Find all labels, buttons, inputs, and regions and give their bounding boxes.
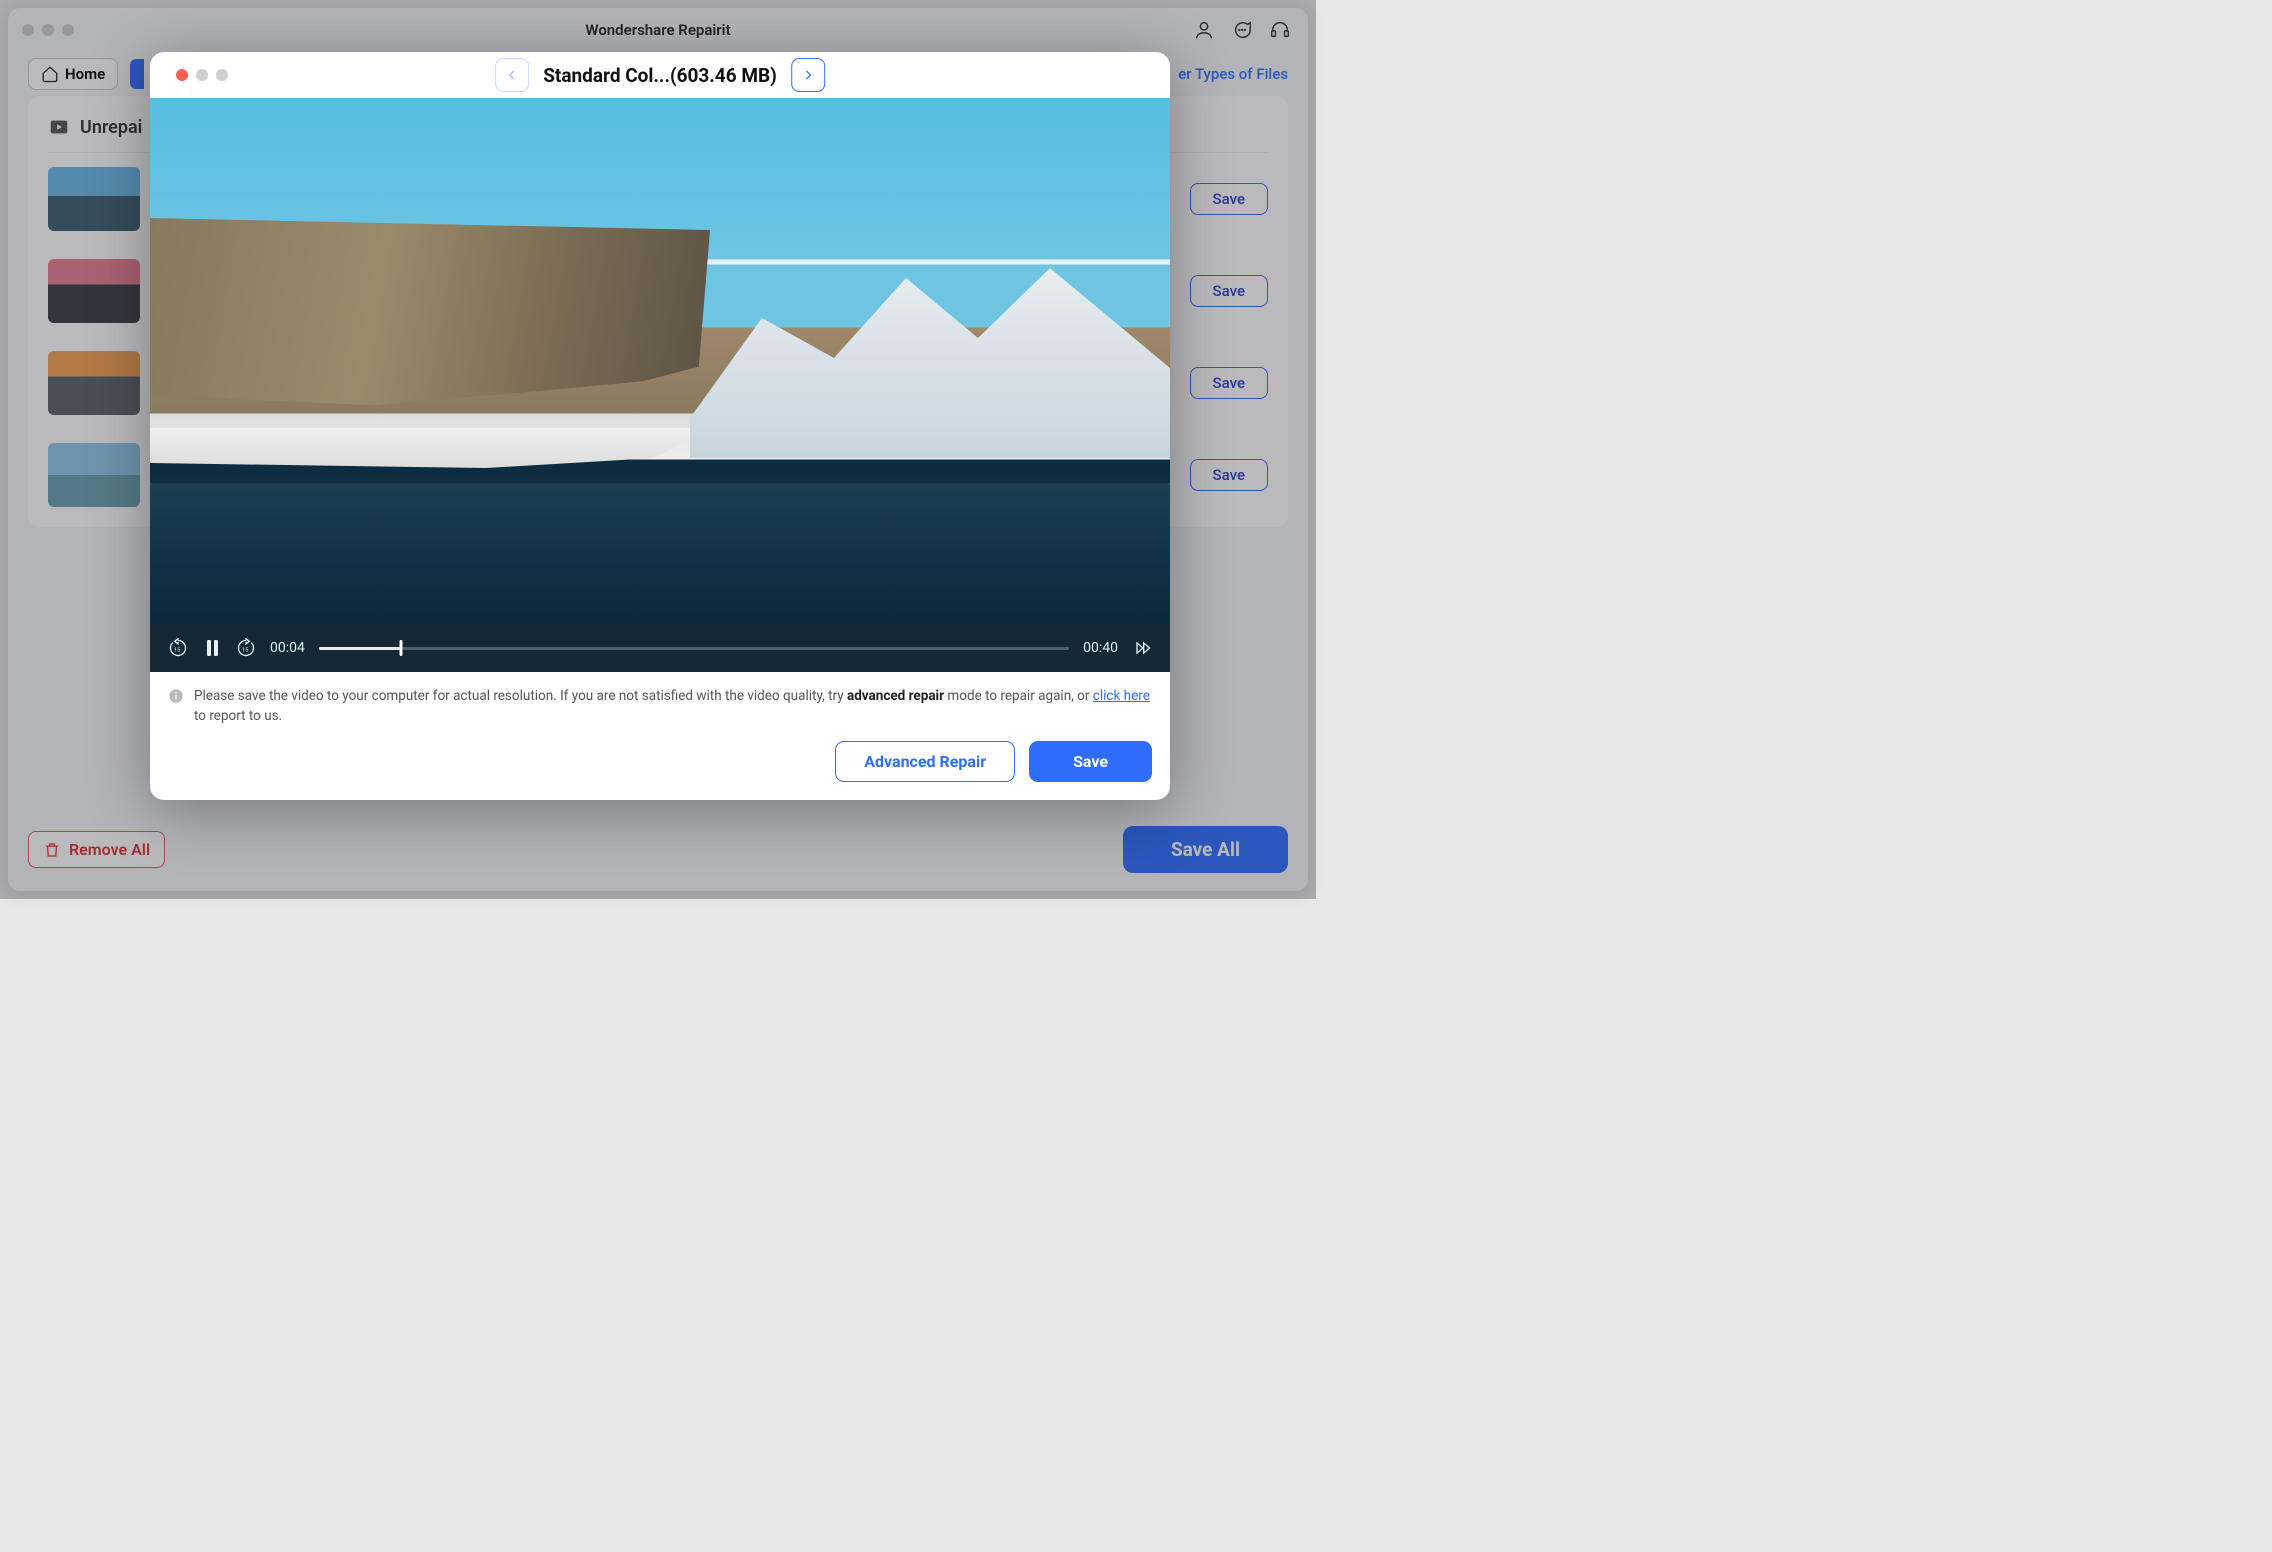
svg-text:15: 15	[174, 647, 181, 653]
progress-bar[interactable]	[319, 647, 1069, 650]
preview-modal: Standard Col...(603.46 MB) 15 15 00:04 0…	[150, 52, 1170, 800]
video-preview[interactable]: 15 15 00:04 00:40	[150, 98, 1170, 672]
progress-fill	[319, 647, 402, 650]
next-button[interactable]	[791, 58, 825, 92]
chevron-left-icon	[505, 68, 519, 82]
rewind-icon: 15	[168, 638, 188, 658]
info-bar: Please save the video to your computer f…	[150, 672, 1170, 737]
skip-button[interactable]	[1132, 638, 1152, 658]
modal-close-dot[interactable]	[176, 69, 188, 81]
total-time: 00:40	[1083, 640, 1118, 656]
rewind-15-button[interactable]: 15	[168, 638, 188, 658]
video-controls: 15 15 00:04 00:40	[150, 624, 1170, 672]
modal-zoom-dot[interactable]	[216, 69, 228, 81]
skip-icon	[1132, 638, 1152, 658]
modal-titlebar: Standard Col...(603.46 MB)	[150, 52, 1170, 98]
save-button[interactable]: Save	[1029, 741, 1152, 782]
info-text: Please save the video to your computer f…	[194, 686, 1152, 727]
forward-icon: 15	[236, 638, 256, 658]
svg-text:15: 15	[242, 647, 249, 653]
modal-minimize-dot[interactable]	[196, 69, 208, 81]
pause-icon	[207, 640, 218, 656]
progress-knob[interactable]	[400, 640, 403, 656]
advanced-repair-button[interactable]: Advanced Repair	[835, 741, 1015, 782]
modal-title: Standard Col...(603.46 MB)	[543, 64, 777, 87]
forward-15-button[interactable]: 15	[236, 638, 256, 658]
chevron-right-icon	[801, 68, 815, 82]
current-time: 00:04	[270, 640, 305, 656]
prev-button[interactable]	[495, 58, 529, 92]
pause-button[interactable]	[202, 638, 222, 658]
info-icon	[168, 688, 184, 704]
report-link[interactable]: click here	[1093, 688, 1150, 704]
modal-actions: Advanced Repair Save	[150, 737, 1170, 800]
